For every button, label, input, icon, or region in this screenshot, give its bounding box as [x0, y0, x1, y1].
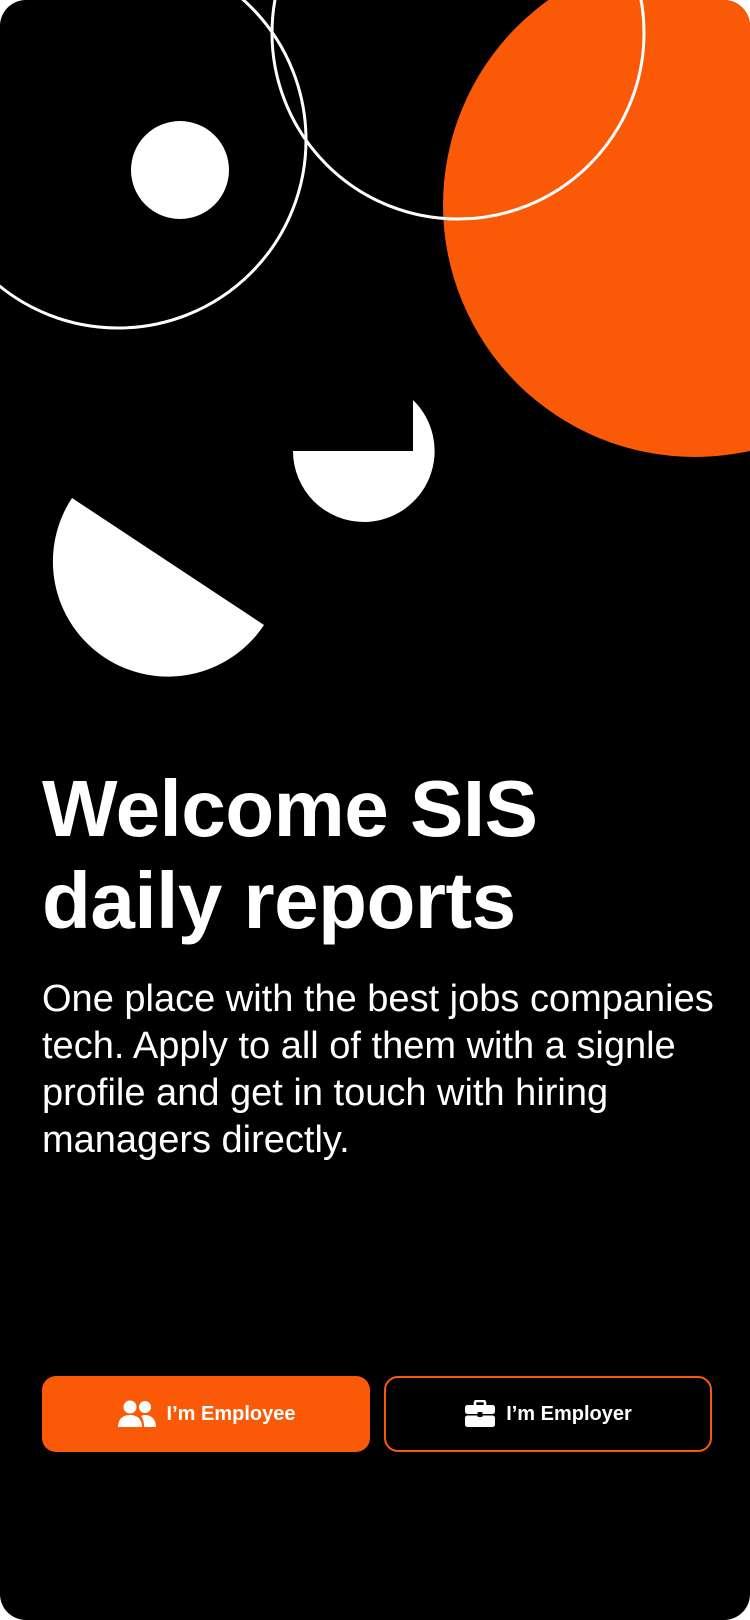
- employee-button-label: I’m Employee: [166, 1402, 296, 1425]
- employee-button[interactable]: I’m Employee: [42, 1376, 370, 1452]
- quarter-circle-shape: [293, 400, 435, 522]
- page-title: Welcome SIS daily reports: [42, 764, 538, 945]
- employer-button-label: I’m Employer: [506, 1402, 632, 1425]
- briefcase-icon: [464, 1400, 496, 1428]
- half-circle-shape: [52, 498, 265, 677]
- employer-button[interactable]: I’m Employer: [384, 1376, 712, 1452]
- decorative-illustration: [0, 0, 750, 677]
- orange-circle-shape: [443, 0, 750, 457]
- welcome-screen: Welcome SIS daily reports One place with…: [0, 0, 750, 1620]
- users-icon: [117, 1400, 157, 1428]
- page-description: One place with the best jobs companies t…: [42, 978, 714, 1161]
- white-dot-shape: [131, 121, 229, 219]
